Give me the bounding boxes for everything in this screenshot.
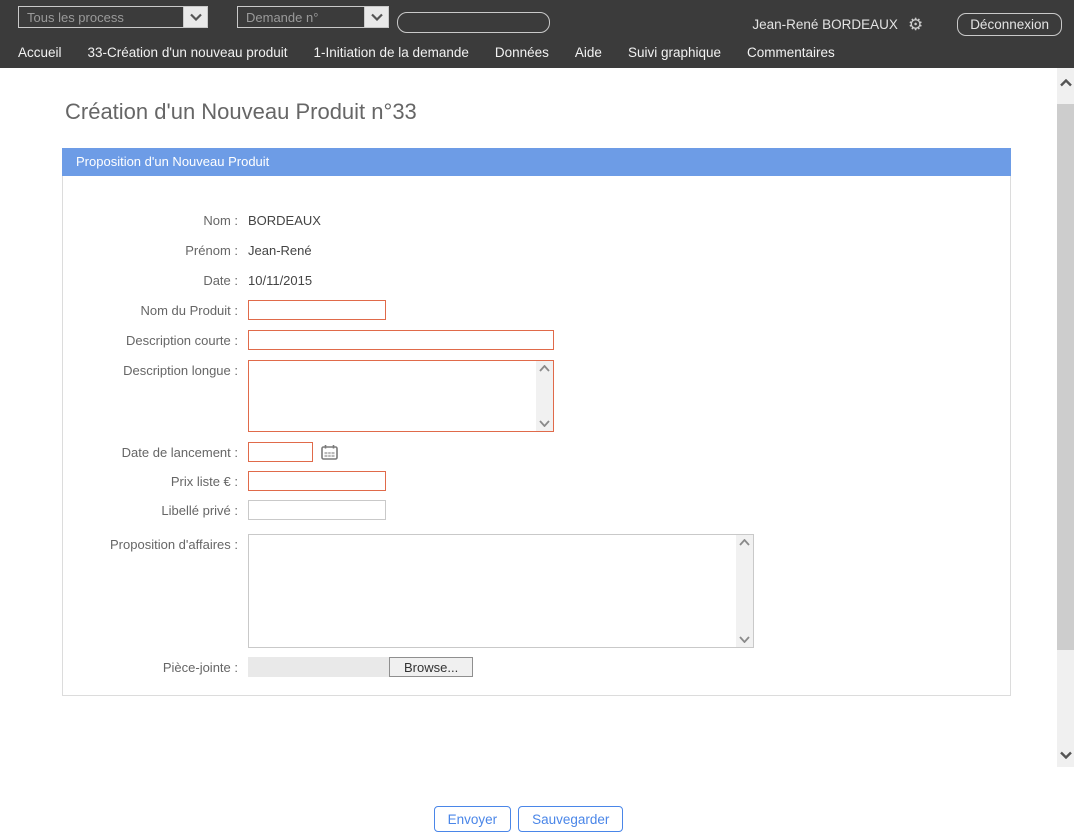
libelle-prive-label: Libellé privé : — [63, 500, 238, 518]
description-longue-textarea-field[interactable] — [249, 361, 536, 431]
nav-item-creation-nouveau-produit[interactable]: 33-Création d'un nouveau produit — [88, 45, 288, 60]
nav-item-donnees[interactable]: Données — [495, 45, 549, 60]
field-row-piece-jointe: Pièce-jointe : Browse... — [63, 657, 1010, 677]
textarea-scrollbar[interactable] — [536, 361, 553, 431]
chevron-up-icon[interactable] — [539, 365, 550, 372]
main-content: Création d'un Nouveau Produit n°33 Propo… — [0, 68, 1057, 767]
nom-label: Nom : — [63, 210, 238, 228]
textarea-scrollbar[interactable] — [736, 535, 753, 647]
form-actions: Envoyer Sauvegarder — [0, 806, 1057, 832]
prix-liste-input[interactable] — [248, 471, 386, 491]
date-value: 10/11/2015 — [248, 270, 312, 288]
field-row-proposition-affaires: Proposition d'affaires : — [63, 534, 1010, 648]
nav-item-initiation-demande[interactable]: 1-Initiation de la demande — [314, 45, 469, 60]
scrollbar-thumb[interactable] — [1057, 104, 1074, 650]
page-scrollbar[interactable] — [1057, 68, 1074, 767]
nav-item-commentaires[interactable]: Commentaires — [747, 45, 835, 60]
scrollbar-up-arrow[interactable] — [1057, 74, 1074, 91]
file-name-field[interactable] — [248, 657, 389, 677]
proposition-affaires-label: Proposition d'affaires : — [63, 534, 238, 552]
panel-title: Proposition d'un Nouveau Produit — [62, 148, 1011, 176]
piece-jointe-label: Pièce-jointe : — [63, 657, 238, 675]
scrollbar-down-arrow[interactable] — [1057, 746, 1074, 763]
date-lancement-input[interactable] — [248, 442, 313, 462]
logout-button[interactable]: Déconnexion — [957, 13, 1062, 36]
send-button[interactable]: Envoyer — [434, 806, 512, 832]
proposition-affaires-textarea-field[interactable] — [249, 535, 736, 647]
libelle-prive-input[interactable] — [248, 500, 386, 520]
prix-liste-label: Prix liste € : — [63, 471, 238, 489]
nom-produit-input[interactable] — [248, 300, 386, 320]
field-row-prix-liste: Prix liste € : — [63, 471, 1010, 491]
chevron-down-icon — [364, 7, 388, 27]
description-longue-textarea[interactable] — [248, 360, 554, 432]
nav-item-suivi-graphique[interactable]: Suivi graphique — [628, 45, 721, 60]
main-navigation: Accueil 33-Création d'un nouveau produit… — [0, 38, 1074, 66]
prenom-value: Jean-René — [248, 240, 312, 258]
demande-number-select[interactable]: Demande n° — [237, 6, 389, 28]
process-filter-selected-value: Tous les process — [19, 10, 183, 25]
nom-produit-label: Nom du Produit : — [63, 300, 238, 318]
field-row-prenom: Prénom : Jean-René — [63, 240, 1010, 260]
chevron-up-icon[interactable] — [739, 539, 750, 546]
date-lancement-label: Date de lancement : — [63, 442, 238, 460]
nav-item-aide[interactable]: Aide — [575, 45, 602, 60]
demande-number-selected-value: Demande n° — [238, 10, 364, 25]
field-row-nom: Nom : BORDEAUX — [63, 210, 1010, 230]
file-input[interactable]: Browse... — [248, 657, 473, 677]
new-product-proposal-panel: Proposition d'un Nouveau Produit Nom : B… — [62, 148, 1011, 696]
field-row-date-lancement: Date de lancement : — [63, 442, 1010, 462]
proposition-affaires-textarea[interactable] — [248, 534, 754, 648]
field-row-libelle-prive: Libellé privé : — [63, 500, 1010, 520]
nom-value: BORDEAUX — [248, 210, 321, 228]
logged-in-user-name: Jean-René BORDEAUX — [752, 17, 898, 32]
top-header-bar: Tous les process Demande n° Jean-René BO… — [0, 0, 1074, 68]
field-row-nom-produit: Nom du Produit : — [63, 300, 1010, 320]
browse-button[interactable]: Browse... — [389, 657, 473, 677]
gear-icon[interactable]: ⚙ — [908, 16, 923, 33]
chevron-down-icon[interactable] — [739, 636, 750, 643]
chevron-down-icon — [183, 7, 207, 27]
save-button[interactable]: Sauvegarder — [518, 806, 623, 832]
process-filter-select[interactable]: Tous les process — [18, 6, 208, 28]
chevron-down-icon[interactable] — [539, 420, 550, 427]
prenom-label: Prénom : — [63, 240, 238, 258]
date-lancement-group — [238, 442, 338, 462]
calendar-icon[interactable] — [321, 444, 338, 460]
header-right-group: Jean-René BORDEAUX ⚙ Déconnexion — [752, 12, 1062, 36]
date-label: Date : — [63, 270, 238, 288]
description-courte-input[interactable] — [248, 330, 554, 350]
header-controls-row: Tous les process Demande n° Jean-René BO… — [0, 6, 1074, 30]
description-longue-label: Description longue : — [63, 360, 238, 378]
description-courte-label: Description courte : — [63, 330, 238, 348]
field-row-description-longue: Description longue : — [63, 360, 1010, 432]
search-input[interactable] — [397, 12, 550, 33]
nav-item-accueil[interactable]: Accueil — [18, 45, 62, 60]
page-title: Création d'un Nouveau Produit n°33 — [65, 99, 417, 125]
panel-body: Nom : BORDEAUX Prénom : Jean-René Date :… — [62, 176, 1011, 696]
field-row-date: Date : 10/11/2015 — [63, 270, 1010, 290]
field-row-description-courte: Description courte : — [63, 330, 1010, 350]
